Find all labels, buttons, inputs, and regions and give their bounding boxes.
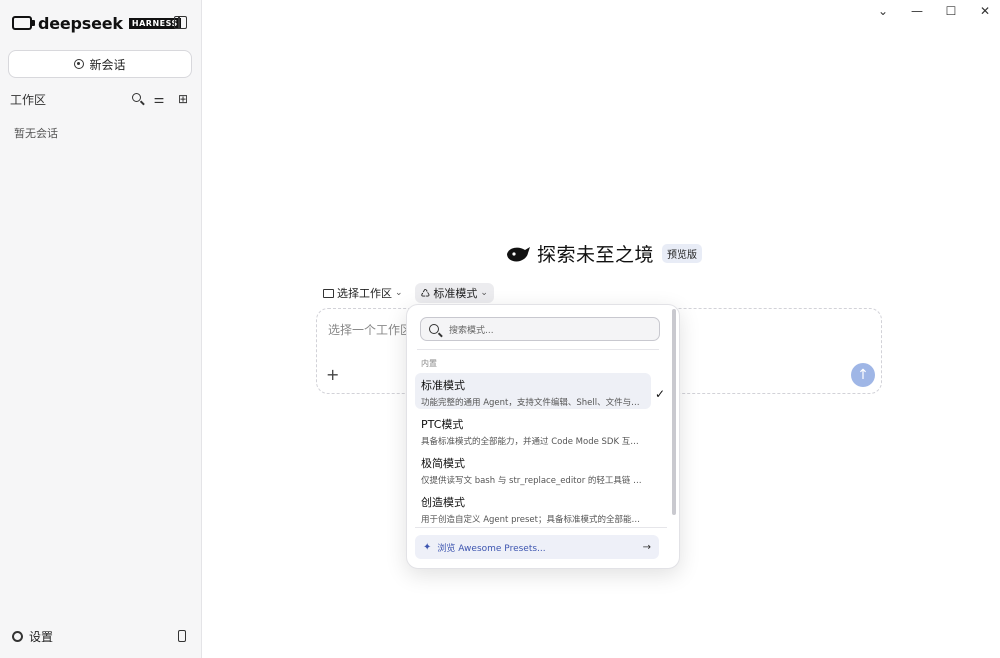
workspace-select-label: 选择工作区 xyxy=(337,287,392,300)
composer-toolbar: 选择工作区 ⌄ ♺ 标准模式 ⌄ xyxy=(323,283,494,303)
mode-item-name: 极简模式 xyxy=(421,457,465,470)
chevron-down-icon: ⌄ xyxy=(395,288,403,298)
sliders-icon[interactable]: ⚌ xyxy=(153,93,165,105)
mode-item-standard[interactable]: 标准模式 功能完整的通用 Agent，支持文件编辑、Shell、文件与网... xyxy=(415,373,651,409)
chevron-down-icon[interactable]: ⌄ xyxy=(868,4,898,18)
mode-search-input[interactable]: 搜索模式... xyxy=(420,317,660,341)
workspace-label: 工作区 xyxy=(10,92,47,107)
whale-icon xyxy=(507,246,530,262)
mode-icon: ♺ xyxy=(420,286,431,300)
maximize-button[interactable]: ☐ xyxy=(936,4,966,18)
divider xyxy=(417,349,659,350)
logo-text: deepseek xyxy=(38,13,123,33)
sparkle-icon: ✦ xyxy=(423,541,432,553)
app-logo: deepseek HARNESS xyxy=(12,12,181,34)
folder-icon xyxy=(323,288,334,298)
workspace-header: 工作区 ⚌ ⊞ xyxy=(10,91,189,107)
sidebar: deepseek HARNESS 新会话 工作区 ⚌ ⊞ 暂无会话 设置 xyxy=(0,0,202,658)
mode-item-create[interactable]: 创造模式 用于创造自定义 Agent preset；具备标准模式的全部能力... xyxy=(415,490,651,526)
mode-item-ptc[interactable]: PTC模式 具备标准模式的全部能力，并通过 Code Mode SDK 互动..… xyxy=(415,412,651,448)
divider xyxy=(415,527,667,528)
empty-sessions-label: 暂无会话 xyxy=(14,127,58,140)
mode-select-label: 标准模式 xyxy=(433,287,478,300)
composer-input[interactable]: 选择一个工作区 xyxy=(328,321,412,338)
settings-label: 设置 xyxy=(29,630,54,644)
mode-item-desc: 功能完整的通用 Agent，支持文件编辑、Shell、文件与网... xyxy=(421,398,645,408)
check-icon: ✓ xyxy=(655,387,666,401)
mode-item-name: 标准模式 xyxy=(421,379,465,392)
mode-item-minimal[interactable]: 极简模式 仅提供读写文 bash 与 str_replace_editor 的轻… xyxy=(415,451,651,487)
section-label: 内置 xyxy=(421,359,437,368)
new-chat-label: 新会话 xyxy=(89,57,126,72)
phone-icon[interactable] xyxy=(178,630,186,642)
browse-presets-label: 浏览 Awesome Presets... xyxy=(437,543,546,554)
deepseek-logo-icon xyxy=(12,16,35,30)
mode-item-name: PTC模式 xyxy=(421,418,464,431)
search-icon[interactable] xyxy=(132,93,141,102)
preview-badge: 预览版 xyxy=(662,244,703,263)
mode-dropdown: 搜索模式... 内置 标准模式 功能完整的通用 Agent，支持文件编辑、She… xyxy=(406,304,680,569)
workspace-select[interactable]: 选择工作区 ⌄ xyxy=(323,285,403,301)
mode-item-desc: 用于创造自定义 Agent preset；具备标准模式的全部能力... xyxy=(421,515,645,525)
new-chat-icon xyxy=(74,59,85,69)
new-folder-icon[interactable]: ⊞ xyxy=(177,93,189,105)
mode-select[interactable]: ♺ 标准模式 ⌄ xyxy=(414,283,494,303)
mode-search-placeholder: 搜索模式... xyxy=(449,325,494,336)
sidebar-toggle-icon[interactable] xyxy=(174,16,187,29)
settings-button[interactable]: 设置 xyxy=(12,628,53,645)
search-icon xyxy=(429,324,439,334)
mode-item-desc: 仅提供读写文 bash 与 str_replace_editor 的轻工具链 A… xyxy=(421,476,645,486)
hero-heading: 探索未至之境 预览版 xyxy=(505,240,703,267)
attach-button[interactable]: + xyxy=(326,365,339,384)
send-button[interactable]: ↑ xyxy=(851,363,875,387)
browse-presets-link[interactable]: ✦ 浏览 Awesome Presets... → xyxy=(415,535,659,559)
mode-item-name: 创造模式 xyxy=(421,496,465,509)
gear-icon xyxy=(12,631,23,642)
mode-item-desc: 具备标准模式的全部能力，并通过 Code Mode SDK 互动... xyxy=(421,437,645,447)
new-chat-button[interactable]: 新会话 xyxy=(8,50,192,78)
dropdown-scrollbar[interactable] xyxy=(672,309,676,515)
arrow-right-icon: → xyxy=(642,541,651,553)
logo-badge: HARNESS xyxy=(128,17,181,29)
hero-title: 探索未至之境 xyxy=(537,244,655,266)
close-button[interactable]: ✕ xyxy=(970,4,1000,18)
chevron-down-icon: ⌄ xyxy=(480,288,488,298)
minimize-button[interactable]: — xyxy=(902,4,932,18)
